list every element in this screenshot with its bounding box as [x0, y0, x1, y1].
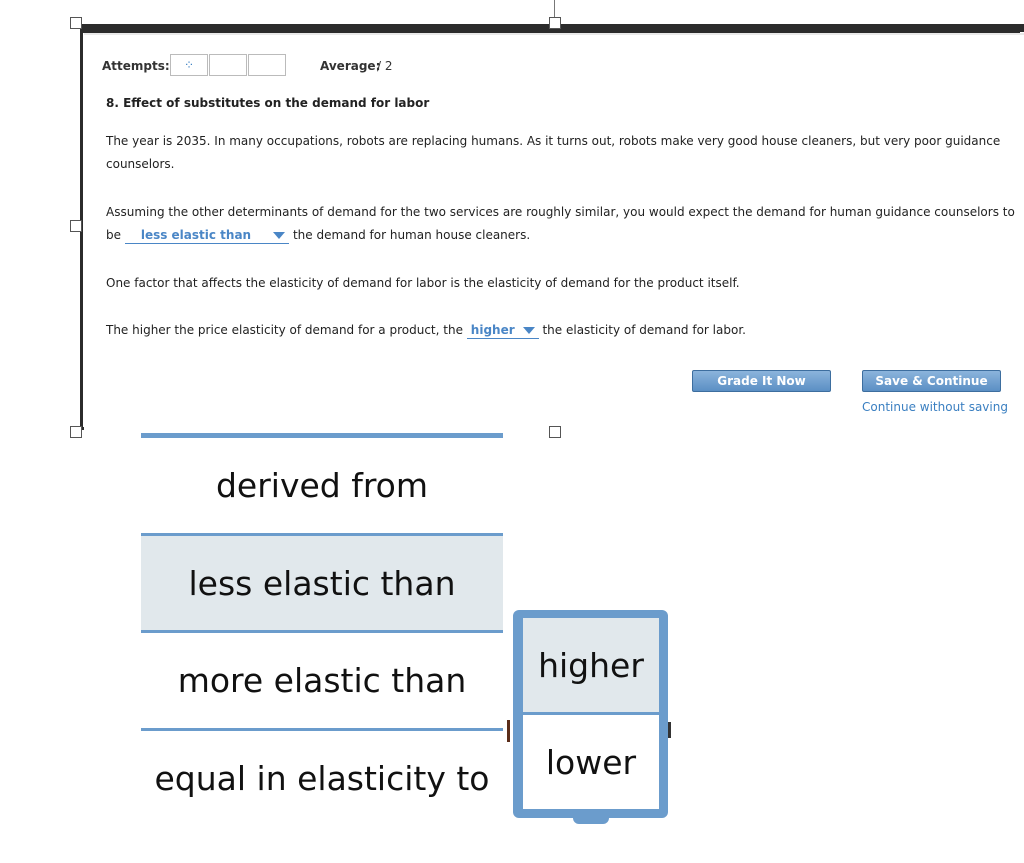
question-paragraph-2: Assuming the other determinants of deman…	[106, 201, 1016, 247]
background-fragment	[507, 720, 510, 742]
average-value: / 2	[377, 59, 393, 73]
dropdown-arrow-icon	[522, 327, 535, 334]
resize-handle-top-center[interactable]	[549, 17, 561, 29]
elasticity-select[interactable]: less elastic than	[124, 228, 290, 244]
dropdown-option-selected[interactable]: higher	[523, 618, 659, 712]
background-fragment	[668, 722, 671, 738]
resize-handle-middle-left[interactable]	[70, 220, 82, 232]
save-and-continue-button[interactable]: Save & Continue	[862, 370, 1001, 392]
direction-select[interactable]: higher	[466, 323, 539, 339]
dropdown-option[interactable]: derived from	[141, 438, 503, 532]
resize-handle-bottom-left[interactable]	[70, 426, 82, 438]
select-value: higher	[470, 323, 515, 337]
paragraph-text: the elasticity of demand for labor.	[542, 323, 746, 337]
average-label: Average:	[320, 59, 381, 73]
attempts-indicator: ⁘	[170, 54, 287, 76]
dropdown-option-selected[interactable]: less elastic than	[141, 536, 503, 630]
question-paragraph-4: The higher the price elasticity of deman…	[106, 319, 1016, 342]
dropdown-option[interactable]: lower	[523, 715, 659, 809]
dropdown-tab	[573, 815, 609, 824]
paragraph-text: be	[106, 228, 121, 242]
paragraph-text: the demand for human house cleaners.	[292, 228, 531, 242]
loading-dots-icon: ⁘	[170, 54, 208, 76]
attempt-slot	[248, 54, 286, 76]
resize-handle-top-left[interactable]	[70, 17, 82, 29]
dropdown-option[interactable]: more elastic than	[141, 633, 503, 727]
dropdown-option[interactable]: equal in elasticity to	[141, 731, 503, 825]
attempt-slot	[209, 54, 247, 76]
intro-line: The year is 2035. In many occupations, r…	[106, 134, 1001, 148]
resize-handle-bottom-center[interactable]	[549, 426, 561, 438]
paragraph-line: be less elastic than the demand for huma…	[106, 224, 1016, 247]
dropdown-arrow-icon	[273, 232, 286, 239]
grade-it-now-button[interactable]: Grade It Now	[692, 370, 831, 392]
select-value: less elastic than	[140, 228, 252, 242]
question-title: 8. Effect of substitutes on the demand f…	[106, 96, 430, 110]
question-paragraph-3: One factor that affects the elasticity o…	[106, 276, 740, 290]
intro-line: counselors.	[106, 157, 175, 171]
attempts-label: Attempts:	[102, 59, 170, 73]
question-intro: The year is 2035. In many occupations, r…	[106, 130, 1016, 176]
continue-without-saving-link[interactable]: Continue without saving	[862, 400, 1008, 414]
paragraph-line: Assuming the other determinants of deman…	[106, 205, 1015, 219]
paragraph-text: The higher the price elasticity of deman…	[106, 323, 463, 337]
